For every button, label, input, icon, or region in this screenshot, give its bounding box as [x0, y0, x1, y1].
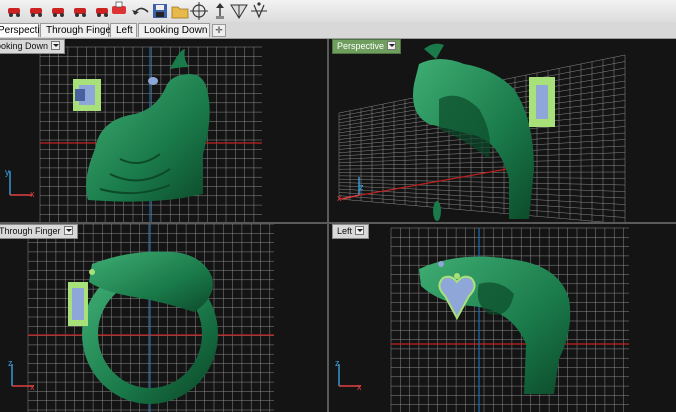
crosshair-icon[interactable] — [190, 2, 208, 20]
dropdown-arrow-icon[interactable] — [355, 226, 365, 235]
viewport-label-looking-down[interactable]: Looking Down — [0, 39, 66, 54]
mirror-icon[interactable] — [251, 2, 267, 19]
dropdown-arrow-icon[interactable] — [63, 226, 73, 235]
viewport-label-perspective[interactable]: Perspective — [332, 39, 402, 54]
viewport-through-finger[interactable]: Through Finger z x — [0, 224, 327, 412]
pyramid-icon[interactable] — [230, 4, 248, 19]
ring-model-front — [68, 251, 218, 404]
undo-icon[interactable] — [132, 7, 149, 15]
ring-model-perspective — [413, 43, 555, 221]
ring-model-top — [73, 49, 210, 202]
tab-left[interactable]: Left — [110, 23, 137, 37]
axis-x-label: x — [337, 193, 342, 203]
axis-gizmo — [9, 171, 32, 196]
viewport-label-left[interactable]: Left — [332, 224, 370, 239]
tab-looking-down[interactable]: Looking Down — [138, 23, 210, 37]
dropdown-arrow-icon[interactable] — [387, 41, 397, 50]
tab-through-finger[interactable]: Through Finger — [40, 23, 114, 37]
car-red-icon[interactable] — [96, 8, 108, 17]
car-red-icon[interactable] — [74, 8, 86, 17]
car-select-icon[interactable] — [112, 1, 126, 14]
toolbar-icons — [8, 1, 267, 20]
ring-model-side — [419, 256, 571, 394]
car-red-icon[interactable] — [8, 8, 20, 17]
dropdown-arrow-icon[interactable] — [51, 41, 61, 50]
viewport-left[interactable]: Left z x — [329, 224, 676, 412]
folder-icon[interactable] — [171, 6, 189, 19]
save-icon[interactable] — [153, 4, 167, 18]
axis-z-label: z — [359, 182, 364, 192]
viewport-divider-vertical[interactable] — [327, 39, 329, 412]
toolbar — [0, 0, 676, 23]
viewport-looking-down[interactable]: Looking Down y x — [0, 39, 327, 222]
viewport-tab-bar: Perspective Through Finger Left Looking … — [0, 22, 676, 39]
viewport-label-through-finger[interactable]: Through Finger — [0, 224, 78, 239]
axis-gizmo — [338, 364, 361, 387]
axis-gizmo — [11, 364, 34, 387]
new-tab-icon[interactable]: ✛ — [212, 24, 226, 37]
arrow-up-icon[interactable] — [216, 3, 224, 19]
viewport-perspective[interactable]: Perspective z x — [329, 39, 676, 222]
tab-perspective[interactable]: Perspective — [0, 23, 50, 37]
car-red-icon[interactable] — [52, 8, 64, 17]
car-red-icon[interactable] — [30, 8, 42, 17]
